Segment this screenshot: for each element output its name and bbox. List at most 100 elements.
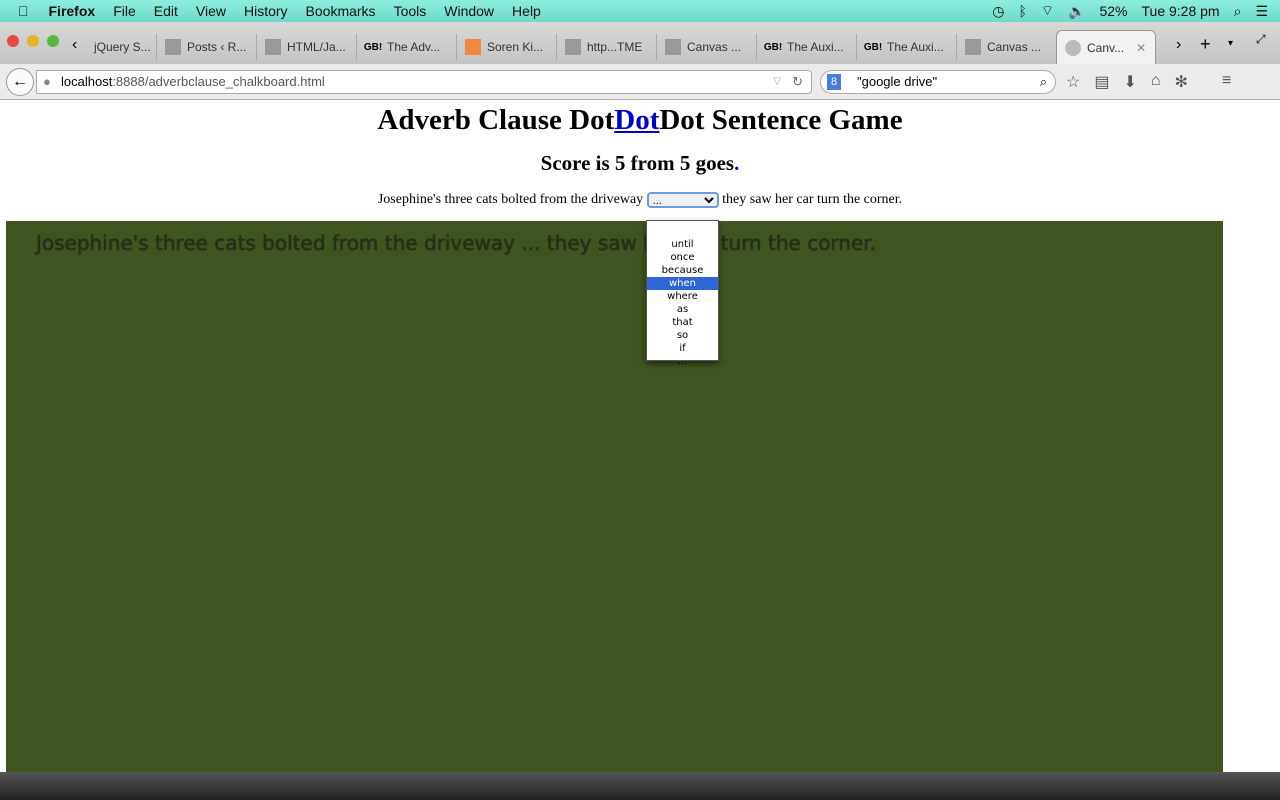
- tab[interactable]: GB! The Auxi...: [856, 34, 956, 60]
- pinwheel-icon: [465, 39, 481, 55]
- title-text: Adverb Clause Dot: [377, 104, 615, 136]
- tab-label: The Auxi...: [887, 40, 944, 54]
- search-bar[interactable]: 8 "google drive" ⌕: [820, 70, 1056, 94]
- option-blank[interactable]: [647, 225, 718, 238]
- menu-file[interactable]: File: [113, 3, 136, 19]
- tab-list-icon[interactable]: ▾: [1228, 38, 1233, 49]
- url-host: localhost: [61, 74, 113, 89]
- battery-status[interactable]: 52%: [1099, 3, 1127, 19]
- tab[interactable]: Soren Ki...: [456, 34, 556, 60]
- dropdown-history-icon[interactable]: ▽: [773, 71, 781, 93]
- tab-label: Canv...: [1087, 40, 1125, 55]
- menu-tools[interactable]: Tools: [394, 3, 427, 19]
- tab-label: Soren Ki...: [487, 40, 544, 54]
- option-because[interactable]: because: [647, 264, 718, 277]
- menu-window[interactable]: Window: [444, 3, 494, 19]
- sentence: Josephine's three cats bolted from the d…: [0, 192, 1280, 208]
- title-link[interactable]: Dot: [614, 104, 659, 136]
- tab-scroll-left-icon[interactable]: ‹: [72, 36, 77, 54]
- minimize-window-button[interactable]: [27, 35, 39, 47]
- time-machine-icon[interactable]: ◷: [992, 3, 1004, 20]
- page-icon: [665, 39, 681, 55]
- option-until[interactable]: until: [647, 238, 718, 251]
- url-bar[interactable]: ● localhost:8888/adverbclause_chalkboard.…: [36, 70, 812, 94]
- sentence-start: Josephine's three cats bolted from the d…: [377, 192, 644, 208]
- gb-icon: GB!: [863, 41, 883, 53]
- menu-app-name[interactable]: Firefox: [49, 3, 96, 19]
- tab-label: http...TME: [587, 40, 643, 54]
- download-icon[interactable]: ⬇: [1123, 72, 1136, 92]
- reload-icon[interactable]: ↻: [792, 71, 803, 93]
- adverb-select[interactable]: ...: [646, 192, 719, 208]
- page-icon: [165, 39, 181, 55]
- tab-label: Canvas ...: [687, 40, 742, 54]
- score-text: Score is 5 from 5 goes: [540, 151, 735, 175]
- bookmark-star-icon[interactable]: ☆: [1066, 72, 1080, 92]
- page-title: Adverb Clause DotDotDot Sentence Game: [0, 104, 1280, 137]
- wifi-icon[interactable]: ⌔: [1041, 2, 1054, 20]
- tab-label: Posts ‹ R...: [187, 40, 247, 54]
- web-page: Adverb Clause DotDotDot Sentence Game Sc…: [0, 101, 1280, 772]
- search-input[interactable]: "google drive": [857, 74, 937, 89]
- spotlight-icon[interactable]: ⌕: [1234, 3, 1242, 20]
- tab[interactable]: http...TME: [556, 34, 656, 60]
- option-when[interactable]: when: [647, 277, 718, 290]
- dock[interactable]: [0, 772, 1280, 800]
- new-tab-icon[interactable]: +: [1200, 34, 1211, 55]
- globe-icon: [1065, 39, 1081, 56]
- tab-scroll-right-icon[interactable]: ›: [1176, 36, 1181, 54]
- gb-icon: GB!: [363, 41, 383, 53]
- menu-edit[interactable]: Edit: [154, 3, 178, 19]
- tab[interactable]: Canvas ...: [956, 34, 1056, 60]
- notifications-icon[interactable]: ☰: [1255, 3, 1268, 20]
- score: Score is 5 from 5 goes.: [0, 151, 1280, 176]
- zoom-window-button[interactable]: [47, 35, 59, 47]
- option-so[interactable]: so: [647, 329, 718, 342]
- close-window-button[interactable]: [7, 35, 19, 47]
- sentence-end: they saw her car turn the corner.: [722, 192, 903, 208]
- volume-icon[interactable]: 🔈: [1068, 3, 1085, 20]
- option-that[interactable]: that: [647, 316, 718, 329]
- chalkboard-canvas[interactable]: Josephine's three cats bolted from the d…: [6, 221, 1223, 772]
- title-text: Dot Sentence Game: [659, 104, 903, 136]
- score-link[interactable]: .: [734, 151, 739, 175]
- addon-icon[interactable]: ✻: [1175, 72, 1188, 92]
- clock[interactable]: Tue 9:28 pm: [1142, 3, 1220, 19]
- option-as[interactable]: as: [647, 303, 718, 316]
- tab[interactable]: HTML/Ja...: [256, 34, 356, 60]
- search-icon[interactable]: ⌕: [1040, 71, 1047, 93]
- tab[interactable]: GB! The Auxi...: [756, 34, 856, 60]
- globe-icon: ●: [43, 74, 51, 89]
- window-controls: [7, 35, 59, 47]
- option-ellipsis[interactable]: ...: [647, 355, 718, 368]
- back-button[interactable]: ←: [6, 68, 34, 96]
- option-once[interactable]: once: [647, 251, 718, 264]
- chalkboard-text: Josephine's three cats bolted from the d…: [36, 231, 877, 255]
- option-where[interactable]: where: [647, 290, 718, 303]
- page-icon: [565, 39, 581, 55]
- menu-help[interactable]: Help: [512, 3, 541, 19]
- option-if[interactable]: if: [647, 342, 718, 355]
- menu-history[interactable]: History: [244, 3, 288, 19]
- reading-list-icon[interactable]: ▤: [1094, 72, 1109, 92]
- tab[interactable]: Posts ‹ R...: [156, 34, 256, 60]
- tab-active[interactable]: Canv... ✕: [1056, 30, 1156, 64]
- tab-label: Canvas ...: [987, 40, 1042, 54]
- tab[interactable]: GB! The Adv...: [356, 34, 456, 60]
- tab[interactable]: jQuery S...: [86, 34, 156, 60]
- menu-icon[interactable]: ≡: [1222, 72, 1231, 92]
- bluetooth-icon[interactable]: ᛒ: [1018, 3, 1026, 19]
- apple-icon[interactable]: : [18, 3, 29, 19]
- fullscreen-icon[interactable]: ⤢: [1256, 32, 1266, 47]
- tab[interactable]: Canvas ...: [656, 34, 756, 60]
- tab-label: HTML/Ja...: [287, 40, 346, 54]
- select-dropdown-list: until once because when where as that so…: [646, 220, 719, 367]
- navigation-toolbar: ← ● localhost:8888/adverbclause_chalkboar…: [0, 64, 1280, 100]
- google-icon[interactable]: 8: [827, 74, 841, 90]
- page-icon: [965, 39, 981, 55]
- close-tab-icon[interactable]: ✕: [1136, 41, 1146, 55]
- menu-bookmarks[interactable]: Bookmarks: [306, 3, 376, 19]
- home-icon[interactable]: ⌂: [1151, 72, 1161, 92]
- menu-view[interactable]: View: [196, 3, 226, 19]
- tab-bar: ‹ jQuery S... Posts ‹ R... HTML/Ja... GB…: [0, 22, 1280, 64]
